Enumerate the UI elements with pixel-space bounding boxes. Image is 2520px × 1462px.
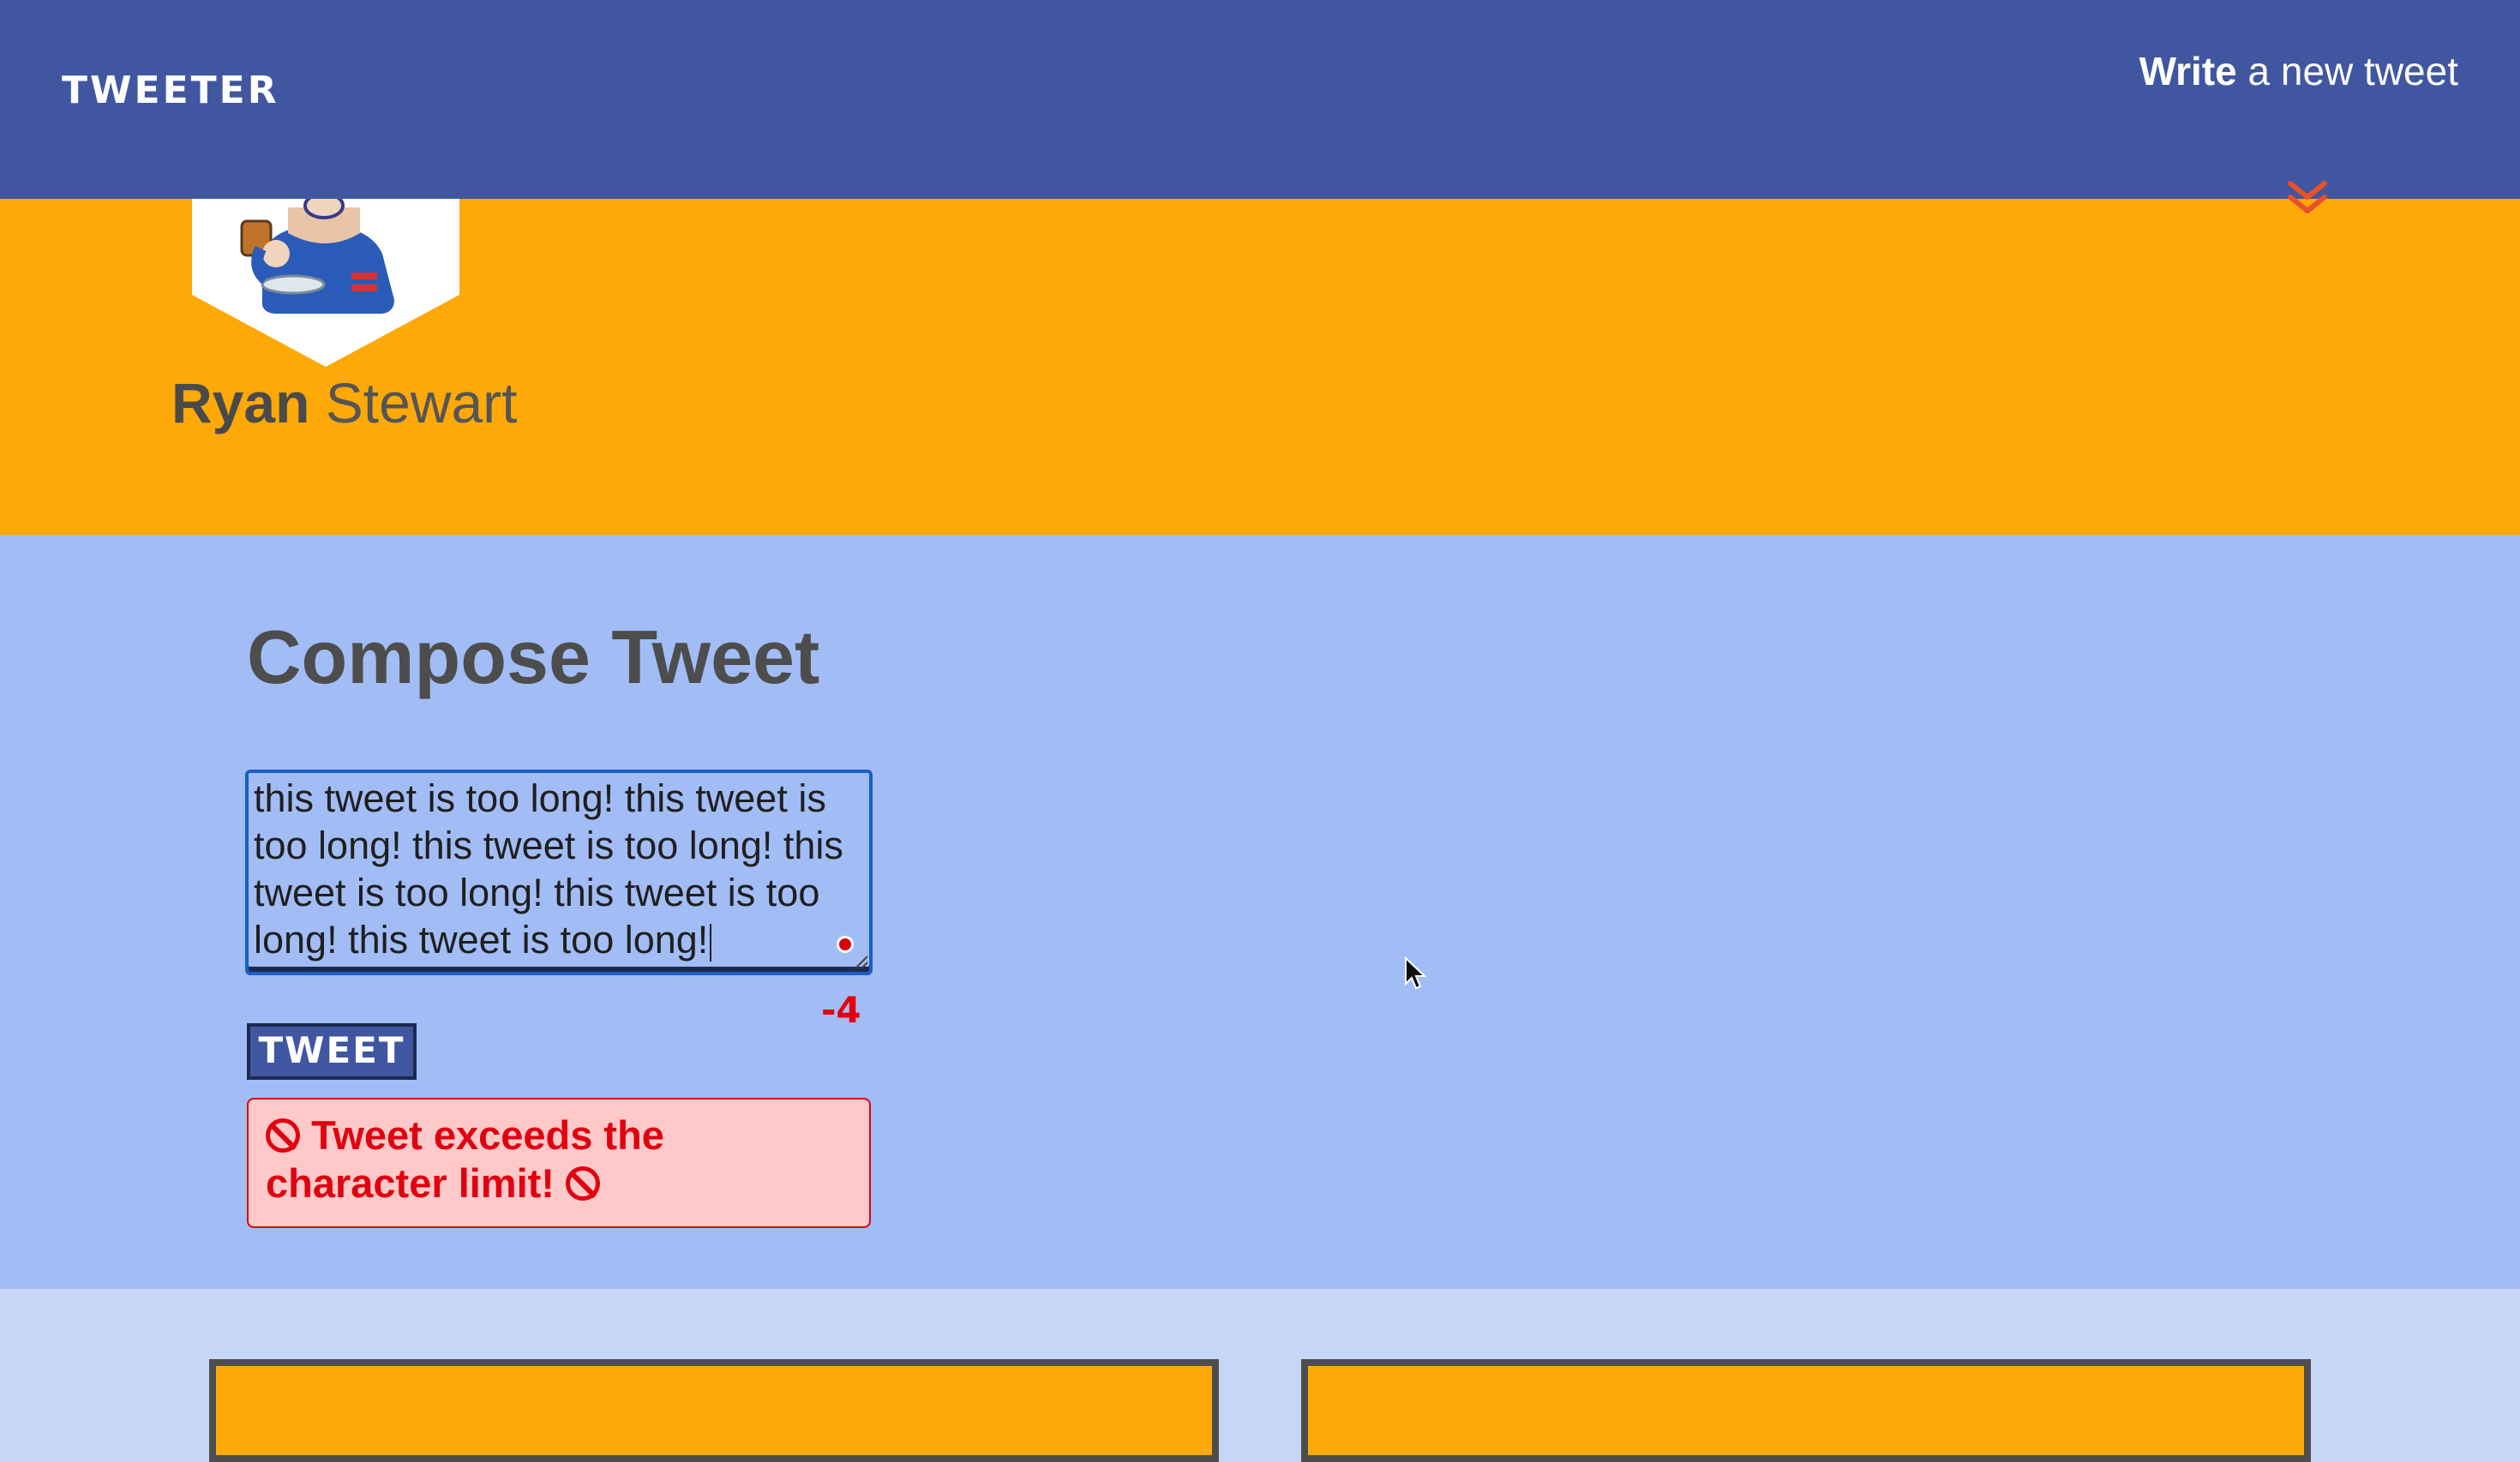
tweet-card bbox=[1301, 1359, 2311, 1462]
error-message: Tweet exceeds the character limit! bbox=[266, 1112, 664, 1206]
textarea-status-dot bbox=[837, 936, 854, 953]
character-counter: -4 bbox=[821, 989, 861, 1031]
tweet-button[interactable]: TWEET bbox=[247, 1023, 417, 1080]
profile-header: Ryan Stewart bbox=[0, 199, 2520, 535]
mouse-pointer-icon bbox=[1405, 956, 1426, 990]
resize-handle-icon[interactable] bbox=[854, 955, 869, 970]
compose-title: Compose Tweet bbox=[247, 614, 820, 699]
tweet-card bbox=[209, 1359, 1219, 1462]
error-message-box: Tweet exceeds the character limit! bbox=[247, 1098, 871, 1228]
tweet-text: this tweet is too long! this tweet is to… bbox=[254, 776, 843, 962]
write-link-bold: Write bbox=[2139, 49, 2237, 93]
top-nav: TWEETER Write a new tweet bbox=[0, 0, 2520, 199]
tweet-textarea[interactable]: this tweet is too long! this tweet is to… bbox=[245, 770, 873, 975]
user-first-name: Ryan bbox=[171, 371, 310, 434]
avatar bbox=[192, 199, 459, 367]
prohibited-icon bbox=[266, 1118, 300, 1153]
double-chevron-down-icon[interactable] bbox=[2285, 178, 2330, 218]
text-caret bbox=[710, 924, 712, 962]
user-name: Ryan Stewart bbox=[171, 370, 517, 435]
write-new-tweet-link[interactable]: Write a new tweet bbox=[2139, 48, 2458, 94]
brand-logo[interactable]: TWEETER bbox=[62, 69, 279, 112]
tweets-section bbox=[0, 1289, 2520, 1462]
compose-section: Compose Tweet this tweet is too long! th… bbox=[0, 535, 2520, 1289]
write-link-rest: a new tweet bbox=[2236, 49, 2459, 93]
prohibited-icon bbox=[566, 1166, 601, 1201]
user-last-name: Stewart bbox=[309, 371, 518, 434]
